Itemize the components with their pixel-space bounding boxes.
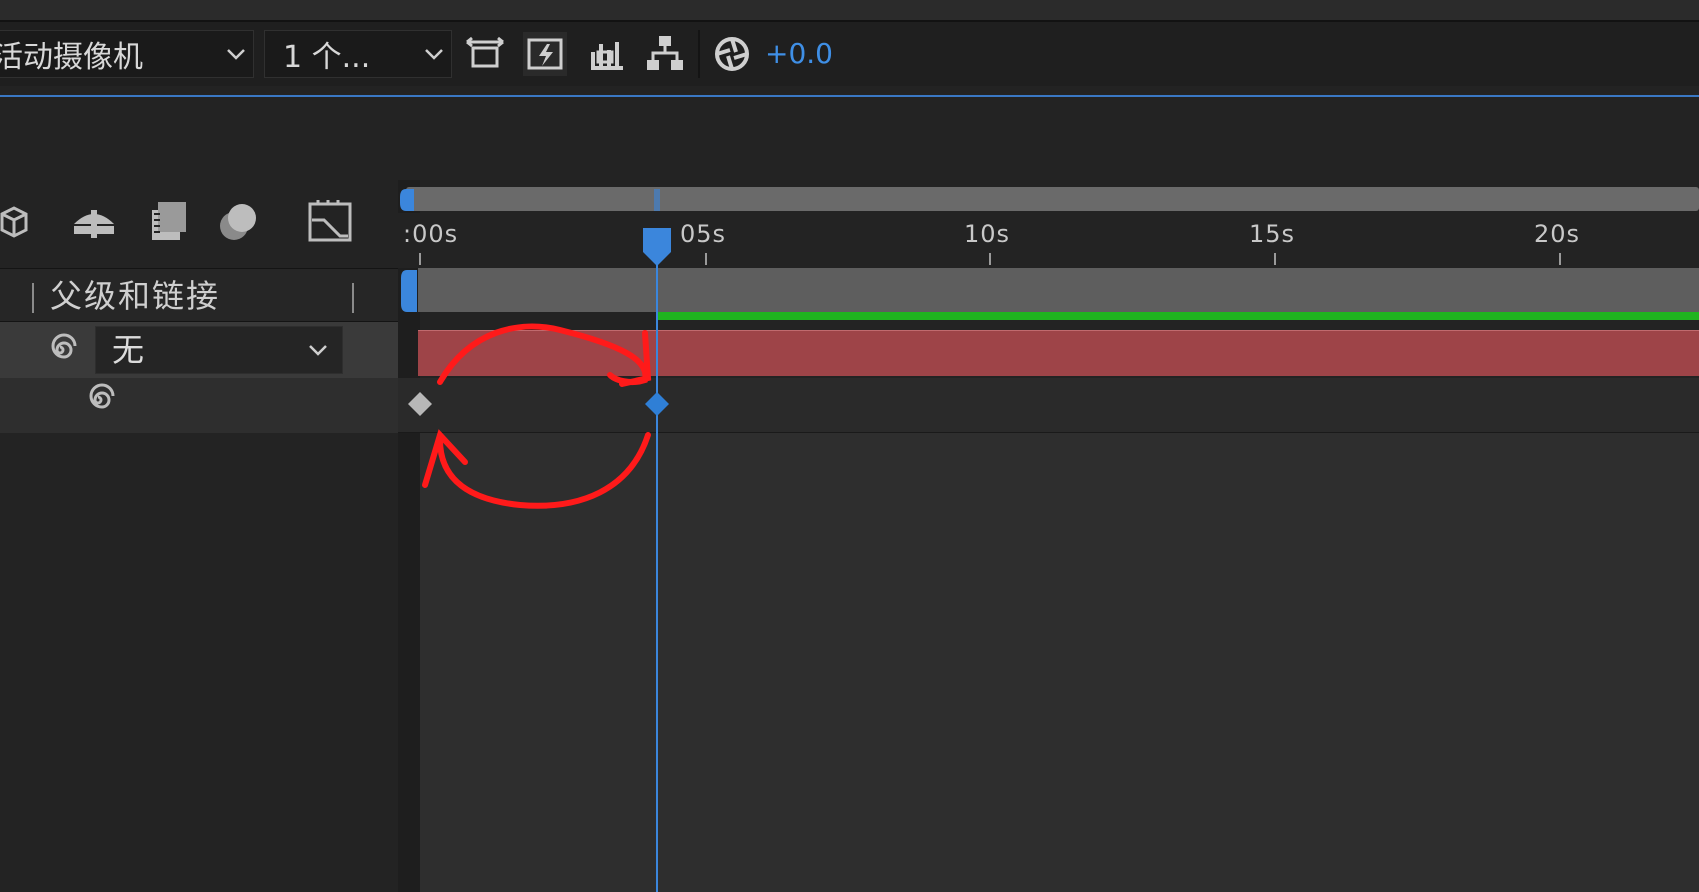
toggle-pixel-aspect-icon[interactable] [463, 32, 507, 76]
frame-blending-icon[interactable] [140, 196, 192, 248]
flowchart-icon[interactable] [643, 32, 687, 76]
ruler-label: :00s [403, 220, 459, 248]
ruler-tick [989, 253, 991, 265]
view-layout-dropdown-label: 1 个... [283, 40, 371, 75]
ruler-label: 15s [1249, 220, 1296, 248]
parent-dropdown-value: 无 [112, 331, 145, 369]
motion-blur-icon[interactable] [212, 196, 264, 248]
work-area-start-handle[interactable] [401, 270, 419, 312]
ruler-tick [1274, 253, 1276, 265]
ruler-tick [705, 253, 707, 265]
pick-whip-icon[interactable] [40, 330, 80, 370]
exposure-value[interactable]: +0.0 [765, 32, 833, 76]
view-layout-dropdown[interactable]: 1 个... [264, 30, 452, 78]
playhead-handle[interactable] [641, 226, 673, 268]
camera-dropdown[interactable]: 活动摄像机 [0, 30, 254, 78]
ruler-tick [1559, 253, 1561, 265]
toolbar-separator [698, 30, 700, 78]
ruler-tick [419, 253, 421, 265]
camera-dropdown-label: 活动摄像机 [0, 40, 143, 75]
pick-whip-icon[interactable] [78, 380, 118, 420]
chevron-down-icon [425, 49, 443, 60]
chevron-down-icon [309, 345, 327, 356]
timeline-icon[interactable] [585, 32, 629, 76]
exposure-shutter-icon[interactable] [710, 32, 754, 76]
fast-previews-icon[interactable] [523, 32, 567, 76]
ruler-label: 05s [680, 220, 727, 248]
annotation-arrows [422, 323, 652, 509]
time-ruler[interactable] [398, 213, 1699, 268]
time-navigator-bar[interactable] [406, 187, 1699, 211]
column-separator [32, 283, 34, 313]
chevron-down-icon [227, 49, 245, 60]
composition-work-area[interactable] [418, 268, 1699, 312]
property-row[interactable] [0, 378, 398, 433]
column-separator [352, 283, 354, 313]
shy-layer-icon[interactable] [68, 196, 120, 248]
navigator-start-handle[interactable] [400, 189, 416, 211]
top-strip [0, 0, 1699, 20]
navigator-playhead-marker [654, 189, 660, 211]
render-cache-indicator [658, 312, 1699, 320]
ruler-label: 20s [1534, 220, 1581, 248]
3d-layer-icon[interactable] [0, 196, 40, 248]
ruler-label: 10s [964, 220, 1011, 248]
parent-link-column-header[interactable]: 父级和链接 [50, 272, 220, 320]
graph-editor-icon[interactable] [304, 196, 356, 248]
viewer-toolbar [0, 22, 1699, 86]
